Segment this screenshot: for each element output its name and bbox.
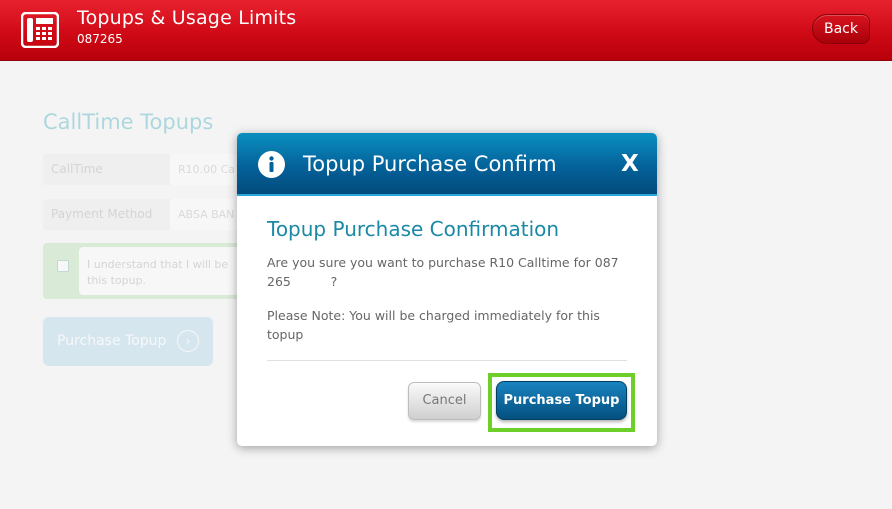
purchase-topup-button[interactable]: Purchase Topup xyxy=(496,381,627,420)
desk-phone-icon xyxy=(21,12,59,48)
page-subtitle: 087265 xyxy=(77,32,123,46)
arrow-right-icon: › xyxy=(177,330,199,352)
dialog-divider xyxy=(267,360,627,361)
close-button[interactable]: X xyxy=(621,151,639,177)
info-icon xyxy=(258,151,285,178)
background-purchase-button[interactable]: Purchase Topup › xyxy=(43,317,213,366)
page-title: Topups & Usage Limits xyxy=(77,7,297,29)
confirmation-question-line1: Are you sure you want to purchase R10 Ca… xyxy=(267,255,619,270)
charge-note-line2: topup xyxy=(267,327,304,342)
dialog-header: Topup Purchase Confirm X xyxy=(237,133,657,196)
confirmation-question-line2: 265 ? xyxy=(267,274,338,289)
cancel-button[interactable]: Cancel xyxy=(408,382,481,420)
charge-note: Please Note: You will be charged immedia… xyxy=(267,306,617,344)
confirmation-question: Are you sure you want to purchase R10 Ca… xyxy=(267,253,637,291)
confirm-dialog: Topup Purchase Confirm X Topup Purchase … xyxy=(237,133,657,446)
calltime-topups-heading: CallTime Topups xyxy=(43,110,214,134)
app-header: Topups & Usage Limits 087265 Back xyxy=(0,0,892,61)
back-button[interactable]: Back xyxy=(812,14,870,44)
terms-checkbox[interactable] xyxy=(57,260,69,272)
background-purchase-label: Purchase Topup xyxy=(57,333,167,349)
calltime-label: CallTime xyxy=(51,162,103,176)
dialog-title: Topup Purchase Confirm xyxy=(303,152,557,176)
confirmation-heading: Topup Purchase Confirmation xyxy=(267,217,560,241)
payment-method-label: Payment Method xyxy=(51,207,153,221)
charge-note-line1: Please Note: You will be charged immedia… xyxy=(267,308,600,323)
